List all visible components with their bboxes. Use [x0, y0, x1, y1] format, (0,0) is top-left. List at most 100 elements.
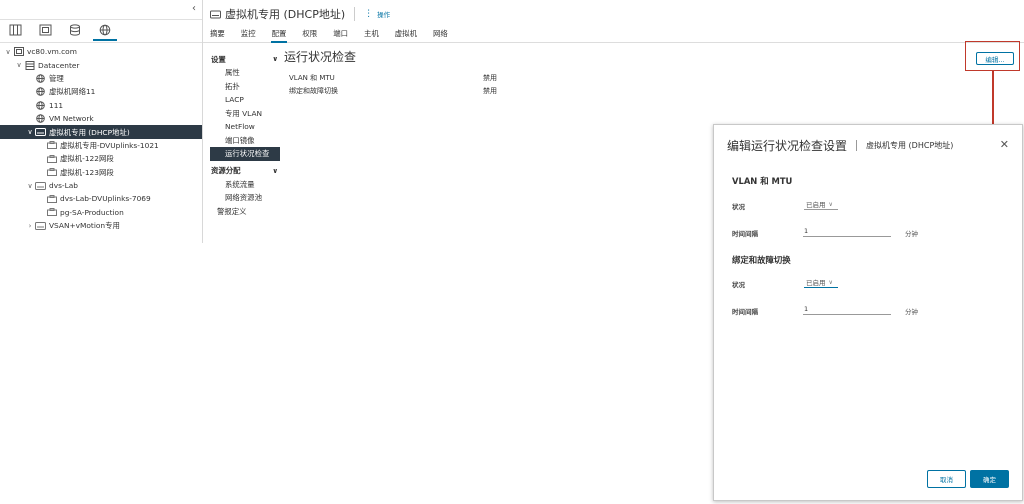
navigator-panel: ‹ ∨ vc80.vm.com ∨ Datacenter 管理 虚拟机网络11 111 VM …	[0, 0, 203, 243]
config-menu-item[interactable]: 网络资源池	[210, 191, 280, 205]
navigator-tabs	[0, 20, 202, 43]
chevron-down-icon[interactable]: ∨	[4, 48, 12, 56]
dvswitch-icon	[210, 10, 221, 18]
tab-item[interactable]: 配置	[267, 28, 292, 43]
ok-button[interactable]: 确定	[970, 470, 1009, 488]
config-menu-item[interactable]: 端口镜像	[210, 134, 280, 148]
config-group-resources[interactable]: 资源分配 ∨	[210, 164, 280, 178]
teaming-status-select[interactable]: 已启用 ∨	[804, 277, 838, 288]
select-value: 已启用	[806, 201, 826, 209]
chevron-down-icon: ∨	[828, 278, 833, 286]
config-group-label: 资源分配	[211, 166, 241, 175]
tab-item[interactable]: 网络	[428, 28, 453, 42]
config-group-settings[interactable]: 设置 ∨	[210, 52, 280, 66]
dvswitch-icon	[35, 128, 46, 137]
tree-item-label: VM Network	[49, 114, 94, 124]
actions-menu-button[interactable]: ⋮ 操作	[364, 9, 390, 19]
tree-item[interactable]: ∨ vc80.vm.com	[0, 45, 202, 58]
config-side-menu: 设置 ∨ 属性 拓扑 LACP 专用 VLAN NetFlow 端口镜像 运行状况检查 资源…	[210, 52, 280, 218]
chevron-down-icon[interactable]: ∨	[26, 128, 34, 136]
portgroup-icon	[46, 194, 57, 203]
vlan-mtu-interval-input[interactable]	[803, 226, 891, 237]
tree-item-label: VSAN+vMotion专用	[49, 221, 120, 231]
health-check-properties: VLAN 和 MTU 禁用 绑定和故障切换 禁用	[289, 73, 609, 98]
edit-health-check-dialog: 编辑运行状况检查设置 虚拟机专用 (DHCP地址) ✕ VLAN 和 MTU 状…	[713, 124, 1023, 501]
dvswitch-icon	[35, 221, 46, 230]
dialog-title-divider	[856, 139, 858, 151]
dvswitch-icon	[35, 181, 46, 190]
chevron-right-icon[interactable]: ›	[26, 222, 34, 230]
config-group-settings-items: 属性 拓扑 LACP 专用 VLAN NetFlow 端口镜像 运行状况检查	[210, 66, 280, 161]
tree-item-label: 111	[49, 100, 64, 110]
tab-storage[interactable]	[63, 21, 87, 41]
portgroup-icon	[46, 141, 57, 150]
chevron-down-icon[interactable]: ∨	[15, 61, 23, 69]
config-menu-item[interactable]: LACP	[210, 93, 280, 107]
tree-item[interactable]: 虚拟机专用-DVUplinks-1021	[0, 139, 202, 152]
tree-item[interactable]: ∨ 虚拟机专用 (DHCP地址)	[0, 125, 202, 139]
tree-item[interactable]: 虚拟机网络11	[0, 85, 202, 98]
tab-hosts-clusters[interactable]	[3, 21, 27, 41]
tree-item[interactable]: 虚拟机-123网段	[0, 166, 202, 179]
select-value: 已启用	[806, 279, 826, 287]
network-icon	[35, 87, 46, 97]
chevron-down-icon: ∨	[272, 166, 278, 175]
tree-item-label: Datacenter	[38, 60, 80, 70]
vlan-mtu-status-select[interactable]: 已启用 ∨	[804, 199, 838, 210]
tree-item[interactable]: ∨ Datacenter	[0, 58, 202, 71]
tree-item[interactable]: pg-SA-Production	[0, 206, 202, 219]
tree-item-label: 管理	[49, 73, 64, 83]
tab-item[interactable]: 监控	[236, 28, 261, 42]
network-icon	[35, 100, 46, 110]
tree-item-label: pg-SA-Production	[60, 207, 124, 217]
tree-item-label: dvs-Lab-DVUplinks-7069	[60, 194, 151, 204]
tree-item[interactable]: VM Network	[0, 112, 202, 125]
tree-item-label: 虚拟机专用-DVUplinks-1021	[60, 140, 159, 150]
chevron-down-icon[interactable]: ∨	[26, 182, 34, 190]
network-icon	[35, 114, 46, 123]
tab-item[interactable]: 虚拟机	[390, 28, 422, 42]
tree-item[interactable]: 管理	[0, 72, 202, 85]
dialog-header: 编辑运行状况检查设置 虚拟机专用 (DHCP地址) ✕	[727, 137, 1012, 153]
chevron-down-icon: ∨	[272, 55, 278, 63]
more-vertical-icon: ⋮	[364, 8, 374, 19]
tab-networking[interactable]	[93, 21, 117, 41]
teaming-status-label: 状况	[732, 281, 745, 289]
tree-item-label: 虚拟机-122网段	[60, 154, 114, 164]
page-title: 虚拟机专用 (DHCP地址)	[225, 8, 346, 21]
inventory-tree: ∨ vc80.vm.com ∨ Datacenter 管理 虚拟机网络11 111 VM Ne…	[0, 43, 202, 232]
config-menu-item[interactable]: NetFlow	[210, 120, 280, 134]
cancel-button[interactable]: 取消	[927, 470, 966, 488]
tree-item[interactable]: dvs-Lab-DVUplinks-7069	[0, 192, 202, 205]
portgroup-icon	[46, 208, 57, 217]
config-menu-item[interactable]: 拓扑	[210, 80, 280, 94]
config-menu-item[interactable]: 系统流量	[210, 178, 280, 192]
section-title: 运行状况检查	[284, 50, 357, 64]
tree-item[interactable]: ∨ dvs-Lab	[0, 179, 202, 192]
tab-item[interactable]: 端口	[328, 28, 353, 42]
property-value: 禁用	[483, 74, 497, 82]
teaming-interval-unit: 分钟	[905, 308, 918, 316]
tab-item[interactable]: 权限	[297, 28, 322, 42]
config-menu-item[interactable]: 专用 VLAN	[210, 107, 280, 121]
tree-item-label: 虚拟机专用 (DHCP地址)	[49, 127, 130, 137]
section-teaming-failover-title: 绑定和故障切换	[732, 255, 791, 265]
tab-vms-templates[interactable]	[33, 21, 57, 41]
config-item-alarm-definitions[interactable]: 警报定义	[210, 205, 280, 219]
hosts-clusters-icon	[9, 24, 21, 36]
tree-item[interactable]: 111	[0, 99, 202, 112]
teaming-interval-input[interactable]	[803, 304, 891, 315]
vlan-mtu-interval-unit: 分钟	[905, 230, 918, 238]
callout-box	[965, 41, 1020, 71]
chevron-left-icon[interactable]: ‹	[192, 3, 196, 14]
config-menu-item[interactable]: 运行状况检查	[210, 147, 280, 161]
tab-item[interactable]: 摘要	[210, 28, 230, 42]
tree-item-label: 虚拟机-123网段	[60, 167, 114, 177]
tree-item[interactable]: › VSAN+vMotion专用	[0, 219, 202, 232]
property-value: 禁用	[483, 86, 497, 95]
close-icon[interactable]: ✕	[1000, 138, 1009, 151]
config-menu-item[interactable]: 属性	[210, 66, 280, 80]
storage-icon	[70, 24, 80, 36]
tree-item[interactable]: 虚拟机-122网段	[0, 152, 202, 165]
tab-item[interactable]: 主机	[359, 28, 384, 42]
